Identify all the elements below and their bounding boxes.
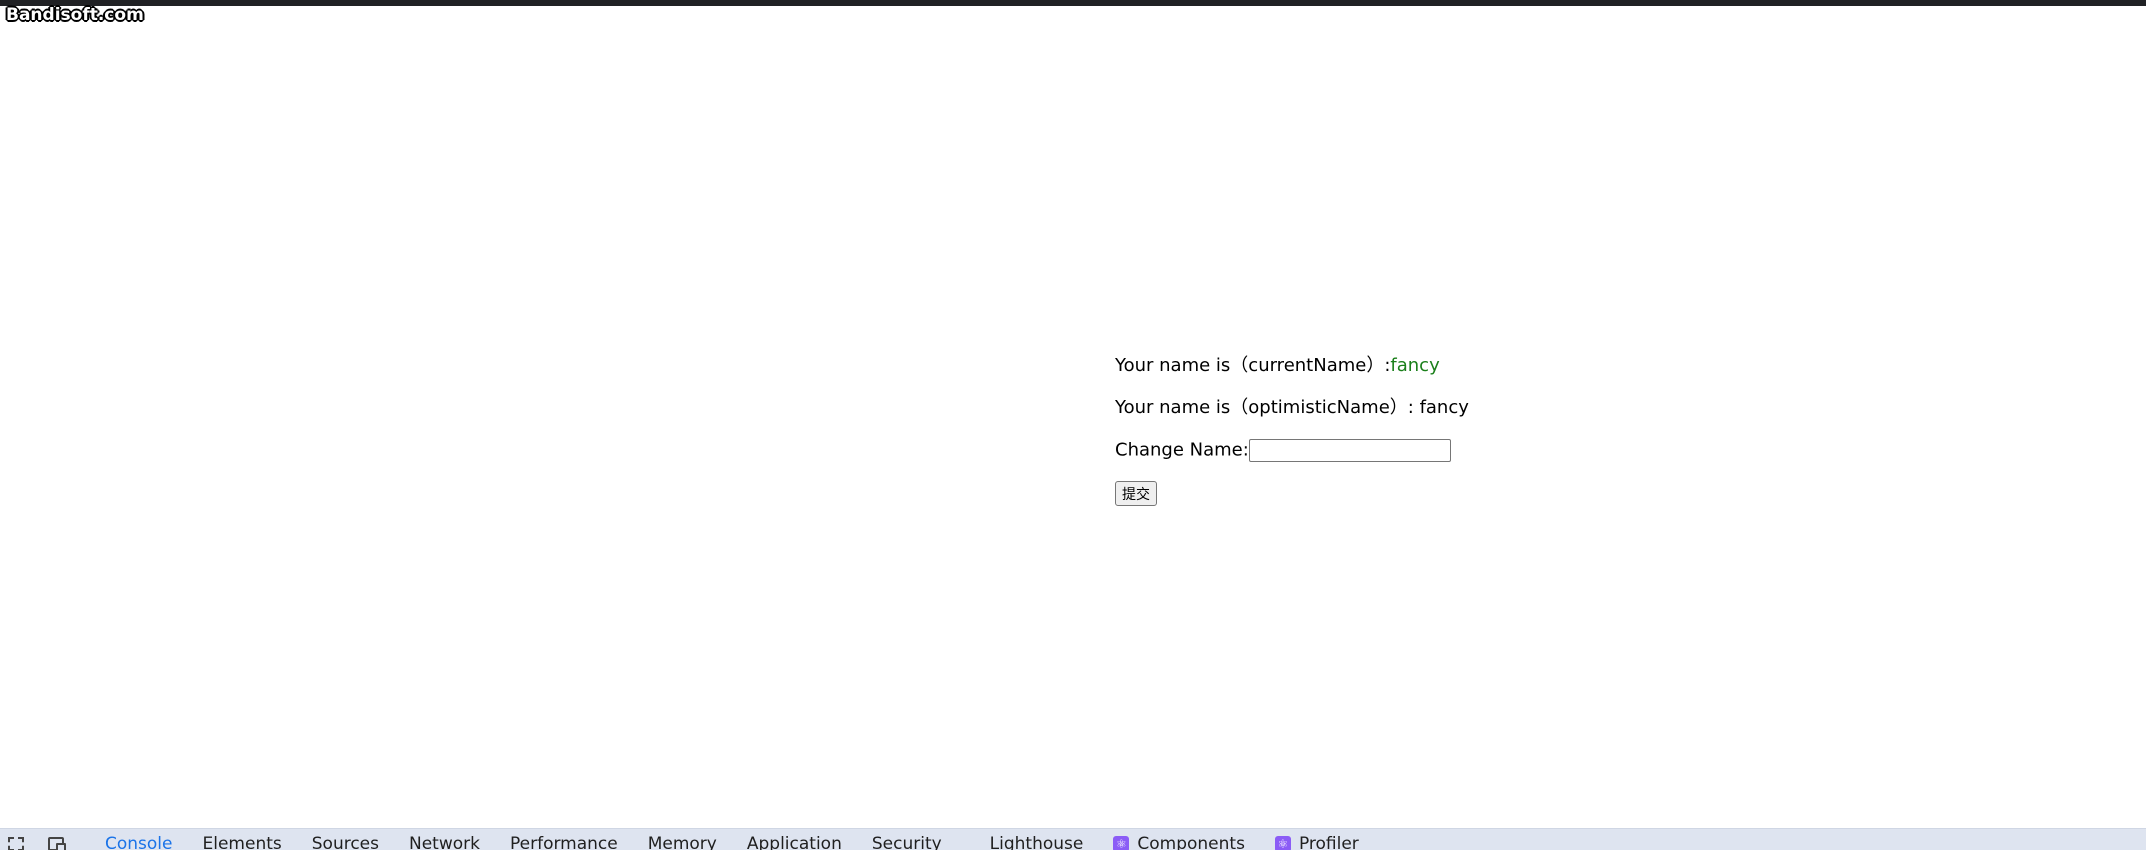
tab-lighthouse[interactable]: Lighthouse — [990, 834, 1084, 850]
watermark-logo: Bandisoft.com — [6, 5, 144, 25]
tab-application[interactable]: Application — [747, 834, 842, 850]
tab-sources[interactable]: Sources — [312, 834, 379, 850]
device-toolbar-icon[interactable] — [48, 837, 66, 850]
tab-components[interactable]: ⚛ Components — [1113, 834, 1245, 850]
optimistic-name-label: Your name is（optimisticName）: — [1115, 397, 1420, 418]
tab-security[interactable]: Security — [872, 834, 942, 850]
optimistic-name-value: fancy — [1419, 397, 1469, 418]
app-content: Your name is（currentName）:fancy Your nam… — [1115, 355, 1469, 506]
inspect-element-icon[interactable] — [8, 837, 24, 850]
tab-memory[interactable]: Memory — [648, 834, 717, 850]
tab-network[interactable]: Network — [409, 834, 480, 850]
change-name-row: Change Name: — [1115, 439, 1469, 462]
browser-top-bar — [0, 0, 2146, 6]
tab-performance[interactable]: Performance — [510, 834, 618, 850]
current-name-value: fancy — [1390, 355, 1440, 376]
current-name-label: Your name is（currentName）: — [1115, 355, 1391, 376]
optimistic-name-line: Your name is（optimisticName）: fancy — [1115, 397, 1469, 419]
devtools-tab-bar: Console Elements Sources Network Perform… — [0, 828, 2146, 850]
tab-console[interactable]: Console — [105, 834, 173, 850]
current-name-line: Your name is（currentName）:fancy — [1115, 355, 1469, 377]
react-icon: ⚛ — [1113, 836, 1130, 850]
submit-button[interactable]: 提交 — [1115, 481, 1157, 506]
change-name-label: Change Name: — [1115, 439, 1249, 461]
change-name-input[interactable] — [1248, 439, 1451, 462]
tab-profiler[interactable]: ⚛ Profiler — [1274, 834, 1359, 850]
react-icon: ⚛ — [1274, 836, 1291, 850]
devtools-tabs: Console Elements Sources Network Perform… — [105, 834, 1389, 850]
tab-elements[interactable]: Elements — [203, 834, 282, 850]
